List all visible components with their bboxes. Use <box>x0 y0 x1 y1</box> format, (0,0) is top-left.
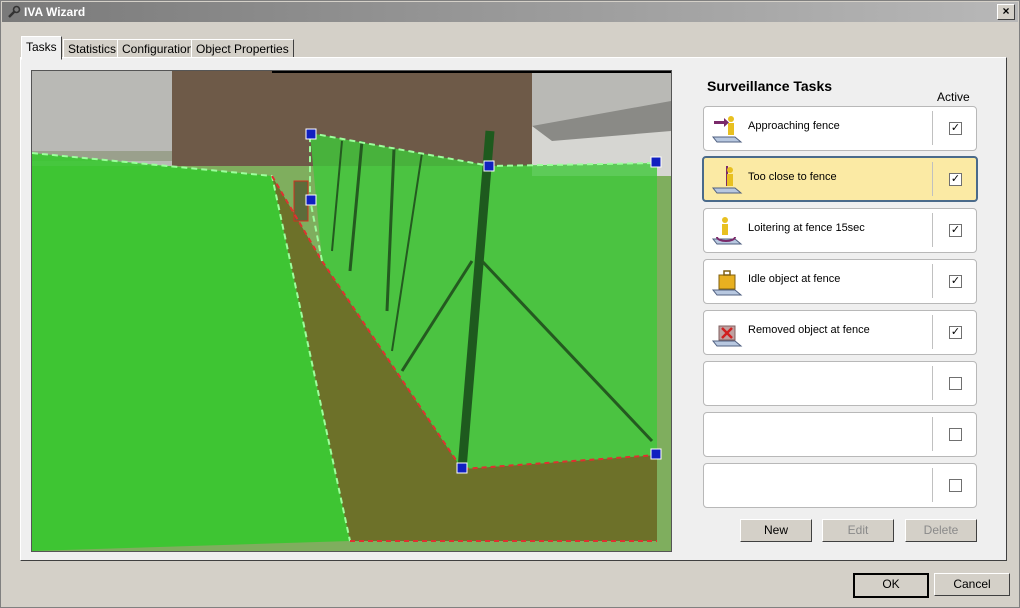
active-checkbox-empty[interactable] <box>949 479 962 492</box>
surveillance-tasks-title: Surveillance Tasks <box>707 78 833 94</box>
active-checkbox-empty[interactable] <box>949 377 962 390</box>
wrench-icon <box>8 5 21 18</box>
idle-object-icon <box>711 270 743 296</box>
active-checkbox-loitering-at-fence[interactable]: ✓ <box>949 224 962 237</box>
task-label: Removed object at fence <box>748 324 870 336</box>
too-close-icon <box>711 166 743 194</box>
task-row-idle-object-at-fence[interactable]: Idle object at fence ✓ <box>703 259 977 304</box>
tab-configuration[interactable]: Configuration <box>117 39 199 59</box>
task-row-removed-object-at-fence[interactable]: Removed object at fence ✓ <box>703 310 977 355</box>
zone-handle[interactable] <box>650 156 662 168</box>
edit-button[interactable]: Edit <box>822 519 894 542</box>
close-button[interactable]: × <box>997 4 1015 20</box>
new-button[interactable]: New <box>740 519 812 542</box>
column-separator <box>932 111 933 145</box>
tab-object-properties[interactable]: Object Properties <box>191 39 294 59</box>
active-column-header: Active <box>937 90 970 104</box>
task-row-too-close-to-fence[interactable]: Too close to fence ✓ <box>702 156 978 202</box>
column-separator <box>932 213 933 247</box>
task-row-empty[interactable] <box>703 361 977 406</box>
active-checkbox-too-close-to-fence[interactable]: ✓ <box>949 173 962 186</box>
tab-tasks[interactable]: Tasks <box>21 36 62 60</box>
task-label: Idle object at fence <box>748 273 841 285</box>
column-separator <box>932 264 933 298</box>
task-label: Loitering at fence 15sec <box>748 222 865 234</box>
task-row-loitering-at-fence[interactable]: Loitering at fence 15sec ✓ <box>703 208 977 253</box>
camera-scene <box>32 71 671 551</box>
active-checkbox-idle-object-at-fence[interactable]: ✓ <box>949 275 962 288</box>
task-row-empty[interactable] <box>703 463 977 508</box>
task-label: Too close to fence <box>748 171 837 183</box>
column-separator <box>932 417 933 451</box>
window-title: IVA Wizard <box>24 5 86 19</box>
iva-wizard-window: IVA Wizard × Tasks Statistics Configurat… <box>0 0 1020 608</box>
task-row-approaching-fence[interactable]: Approaching fence ✓ <box>703 106 977 151</box>
active-checkbox-approaching-fence[interactable]: ✓ <box>949 122 962 135</box>
cancel-button[interactable]: Cancel <box>934 573 1010 596</box>
delete-button[interactable]: Delete <box>905 519 977 542</box>
column-separator <box>932 468 933 502</box>
column-separator <box>932 162 933 196</box>
zone-handle[interactable] <box>483 160 495 172</box>
tab-statistics[interactable]: Statistics <box>63 39 122 59</box>
approaching-icon <box>711 116 743 143</box>
column-separator <box>932 366 933 400</box>
title-bar: IVA Wizard × <box>2 2 1018 22</box>
active-checkbox-empty[interactable] <box>949 428 962 441</box>
task-label: Approaching fence <box>748 120 840 132</box>
removed-object-icon <box>711 325 743 347</box>
loitering-icon <box>711 217 743 245</box>
task-row-empty[interactable] <box>703 412 977 457</box>
zone-handle[interactable] <box>456 462 468 474</box>
zone-handle[interactable] <box>650 448 662 460</box>
active-checkbox-removed-object-at-fence[interactable]: ✓ <box>949 326 962 339</box>
column-separator <box>932 315 933 349</box>
tasks-panel: Surveillance Tasks Active Approaching fe… <box>20 57 1007 561</box>
zone-handle[interactable] <box>305 194 317 206</box>
camera-view <box>31 70 672 552</box>
zone-handle[interactable] <box>305 128 317 140</box>
ok-button[interactable]: OK <box>853 573 929 598</box>
